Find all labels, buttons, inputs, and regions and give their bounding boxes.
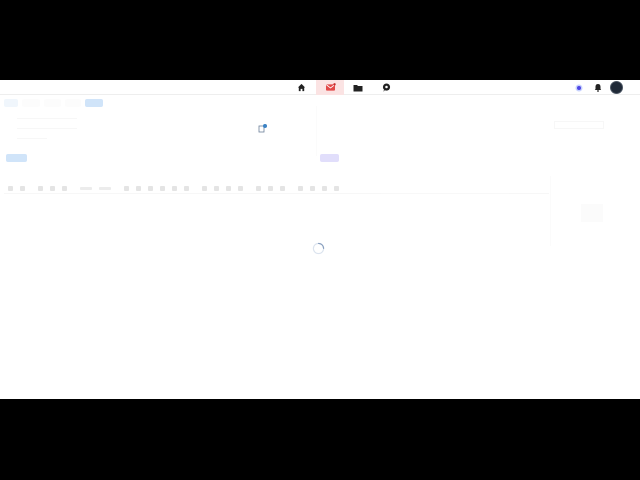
right-tab-1[interactable]: [578, 111, 581, 117]
app-window: [0, 80, 640, 399]
right-tabs: [550, 111, 635, 139]
code-icon[interactable]: [310, 186, 315, 191]
italic-icon[interactable]: [136, 186, 141, 191]
cc-label: [6, 122, 11, 129]
loading-spinner-icon: [312, 240, 325, 255]
clear-format-icon[interactable]: [62, 186, 67, 191]
tab-2[interactable]: [22, 99, 40, 107]
compose-tabs: [4, 99, 103, 107]
recipient-field[interactable]: [16, 112, 77, 119]
font-family-select[interactable]: [80, 187, 92, 190]
cc-field[interactable]: [16, 122, 77, 129]
paste-icon[interactable]: [50, 186, 55, 191]
bold-icon[interactable]: [124, 186, 129, 191]
text-color-icon[interactable]: [172, 186, 177, 191]
attachment-icon[interactable]: [298, 186, 303, 191]
signature-preview: [581, 204, 603, 222]
bell-icon[interactable]: [591, 82, 605, 93]
avatar[interactable]: [610, 81, 623, 94]
subject-label: [6, 132, 11, 139]
subject-field[interactable]: [16, 132, 47, 139]
chat-icon[interactable]: [379, 82, 393, 93]
tab-5[interactable]: [85, 99, 103, 107]
cc-row[interactable]: [6, 122, 77, 129]
image-icon[interactable]: [268, 186, 273, 191]
recipient-label: [6, 112, 11, 119]
primary-action-button[interactable]: [6, 154, 27, 162]
link-icon[interactable]: [280, 186, 285, 191]
align-right-icon[interactable]: [226, 186, 231, 191]
highlight-icon[interactable]: [184, 186, 189, 191]
list-icon[interactable]: [238, 186, 243, 191]
editor-toolbar: [4, 184, 549, 194]
tab-4[interactable]: [65, 99, 82, 107]
fullscreen-icon[interactable]: [322, 186, 327, 191]
editor-body[interactable]: [9, 199, 22, 205]
tab-3[interactable]: [43, 99, 62, 107]
mail-icon[interactable]: [316, 80, 344, 95]
right-tab-2[interactable]: [598, 111, 601, 117]
align-center-icon[interactable]: [214, 186, 219, 191]
subject-row[interactable]: [6, 132, 47, 139]
copy-icon[interactable]: [38, 186, 43, 191]
undo-icon[interactable]: [8, 186, 13, 191]
drag-cursor-icon: [258, 118, 268, 133]
align-left-icon[interactable]: [202, 186, 207, 191]
signature-panel: [550, 176, 635, 246]
recipient-row[interactable]: [6, 112, 77, 119]
top-navigation-bar: [0, 80, 640, 95]
folder-icon[interactable]: [351, 82, 365, 93]
tab-1[interactable]: [4, 99, 19, 107]
signature-label: [555, 184, 561, 190]
table-icon[interactable]: [256, 186, 261, 191]
underline-icon[interactable]: [148, 186, 153, 191]
font-size-select[interactable]: [99, 187, 111, 190]
strikethrough-icon[interactable]: [160, 186, 165, 191]
more-icon[interactable]: [334, 186, 339, 191]
right-search-input[interactable]: [554, 121, 604, 129]
home-icon[interactable]: [294, 82, 308, 93]
notification-dot-icon[interactable]: [572, 82, 586, 93]
redo-icon[interactable]: [20, 186, 25, 191]
